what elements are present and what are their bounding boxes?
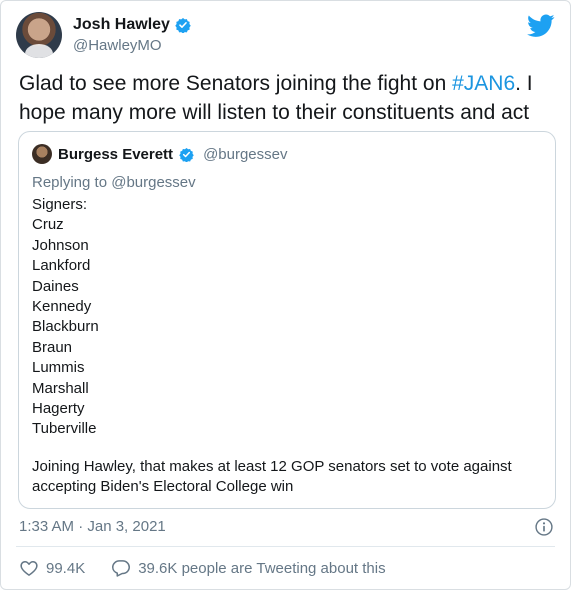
info-icon[interactable] xyxy=(534,517,554,537)
signers-list-item: Hagerty xyxy=(32,399,85,417)
like-button[interactable]: 99.4K xyxy=(19,558,85,578)
twitter-bird-icon[interactable] xyxy=(527,14,555,38)
signers-list-item: Tuberville xyxy=(32,420,97,438)
heart-icon xyxy=(20,561,38,576)
tweet-card: Josh Hawley @HawleyMO Glad to see more S… xyxy=(0,0,571,590)
signers-list-item: Cruz xyxy=(32,216,64,234)
author-avatar[interactable] xyxy=(16,12,62,58)
signers-list-item: Johnson xyxy=(32,236,89,254)
quoted-tweet-body: Signers: Cruz Johnson Lankford Daines Ke… xyxy=(32,195,99,440)
hashtag-link[interactable]: #JAN6 xyxy=(452,72,515,95)
quoted-tweet-footer: Joining Hawley, that makes at least 12 G… xyxy=(32,458,512,495)
quoted-author-name: Burgess Everett xyxy=(58,145,174,163)
quoted-tweet[interactable]: Burgess Everett @burgessev Replying to @… xyxy=(18,131,556,509)
like-count: 99.4K xyxy=(46,559,86,577)
verified-badge-icon xyxy=(179,147,194,162)
quoted-author-avatar xyxy=(32,144,52,164)
replying-to-label: Replying to @burgessev xyxy=(32,174,196,191)
author-name[interactable]: Josh Hawley xyxy=(73,16,170,34)
divider xyxy=(16,546,555,547)
tweet-header: Josh Hawley @HawleyMO xyxy=(16,12,191,58)
verified-badge-icon xyxy=(175,18,191,33)
tweet-text-start: Glad to see more Senators joining the fi… xyxy=(19,72,453,95)
tweeting-about-link[interactable]: 39.6K people are Tweeting about this xyxy=(111,558,386,578)
signers-list-item: Signers: xyxy=(32,196,88,213)
signers-list-item: Lummis xyxy=(32,359,85,377)
signers-list-item: Kennedy xyxy=(32,297,92,315)
signers-list-item: Marshall xyxy=(32,379,89,397)
quoted-tweet-header: Burgess Everett @burgessev xyxy=(32,144,288,164)
tweet-timestamp[interactable]: 1:33 AM · Jan 3, 2021 xyxy=(19,518,166,535)
tweet-actions: 99.4K 39.6K people are Tweeting about th… xyxy=(19,558,386,578)
signers-list-item: Braun xyxy=(32,338,73,356)
signers-list-item: Daines xyxy=(32,277,79,295)
signers-list-item: Lankford xyxy=(32,257,91,275)
signers-list-item: Blackburn xyxy=(32,318,99,336)
tweet-text: Glad to see more Senators joining the fi… xyxy=(19,69,559,127)
tweeting-about-text: 39.6K people are Tweeting about this xyxy=(138,559,386,577)
author-handle[interactable]: @HawleyMO xyxy=(73,37,191,54)
quoted-author-handle: @burgessev xyxy=(203,145,288,163)
author-names: Josh Hawley @HawleyMO xyxy=(73,16,191,54)
speech-bubble-icon xyxy=(112,560,131,577)
